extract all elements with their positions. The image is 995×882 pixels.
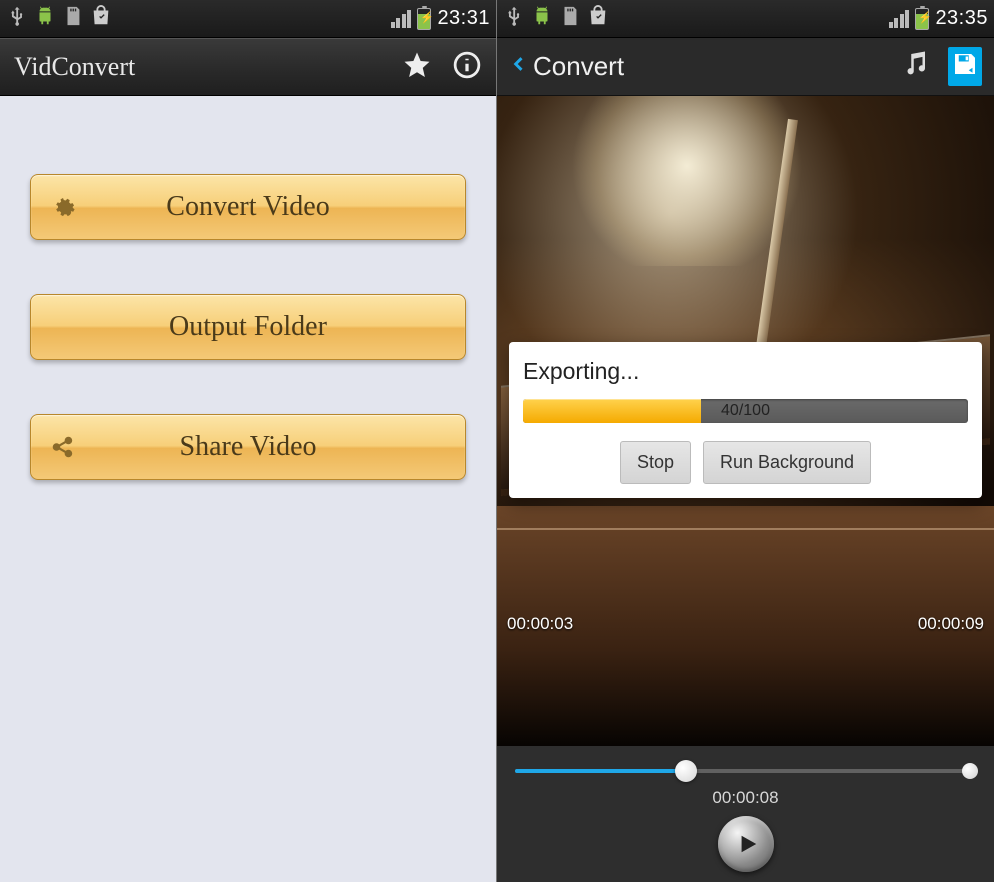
button-label: Share Video xyxy=(31,431,465,463)
status-bar: 23:35 xyxy=(497,0,994,38)
usb-icon xyxy=(503,5,525,32)
info-icon[interactable] xyxy=(452,50,482,85)
seek-bar[interactable] xyxy=(515,760,976,782)
total-time: 00:00:08 xyxy=(511,788,980,808)
run-background-button[interactable]: Run Background xyxy=(703,441,871,484)
status-time: 23:35 xyxy=(935,7,988,30)
favorite-icon[interactable] xyxy=(402,50,432,85)
share-icon xyxy=(49,433,77,461)
home-body: Convert Video Output Folder Share Video xyxy=(0,96,496,882)
sd-card-icon xyxy=(559,5,581,32)
stop-button[interactable]: Stop xyxy=(620,441,691,484)
button-label: Convert Video xyxy=(31,191,465,223)
back-button[interactable]: Convert xyxy=(509,49,624,84)
android-icon xyxy=(531,5,553,32)
app-bar: VidConvert xyxy=(0,38,496,96)
screen-convert: 23:35 Convert Exporting... 40/ xyxy=(497,0,994,882)
sd-card-icon xyxy=(62,5,84,32)
app-bar: Convert xyxy=(497,38,994,96)
save-icon[interactable] xyxy=(948,47,982,86)
battery-charging-icon xyxy=(915,8,929,30)
signal-icon xyxy=(391,10,412,28)
button-label: Output Folder xyxy=(31,311,465,343)
page-title: Convert xyxy=(533,51,624,82)
android-icon xyxy=(34,5,56,32)
time-overlay: 00:00:03 00:00:09 xyxy=(507,614,984,634)
player-controls: 00:00:08 xyxy=(497,746,994,882)
gear-icon xyxy=(49,193,77,221)
shopping-bag-icon xyxy=(90,5,112,32)
music-icon[interactable] xyxy=(900,49,930,84)
current-time: 00:00:03 xyxy=(507,614,573,634)
progress-bar: 40/100 xyxy=(523,399,968,423)
screen-home: 23:31 VidConvert Convert Video Output Fo… xyxy=(0,0,497,882)
export-dialog: Exporting... 40/100 Stop Run Background xyxy=(509,342,982,498)
output-folder-button[interactable]: Output Folder xyxy=(30,294,466,360)
shopping-bag-icon xyxy=(587,5,609,32)
battery-charging-icon xyxy=(417,8,431,30)
end-time: 00:00:09 xyxy=(918,614,984,634)
status-time: 23:31 xyxy=(437,7,490,30)
chevron-left-icon xyxy=(509,49,529,84)
play-button[interactable] xyxy=(718,816,774,872)
progress-text: 40/100 xyxy=(721,402,770,420)
dialog-title: Exporting... xyxy=(523,358,968,385)
convert-video-button[interactable]: Convert Video xyxy=(30,174,466,240)
usb-icon xyxy=(6,5,28,32)
signal-icon xyxy=(889,10,910,28)
video-preview[interactable]: Exporting... 40/100 Stop Run Background … xyxy=(497,96,994,746)
app-title: VidConvert xyxy=(14,52,135,82)
share-video-button[interactable]: Share Video xyxy=(30,414,466,480)
status-bar: 23:31 xyxy=(0,0,496,38)
